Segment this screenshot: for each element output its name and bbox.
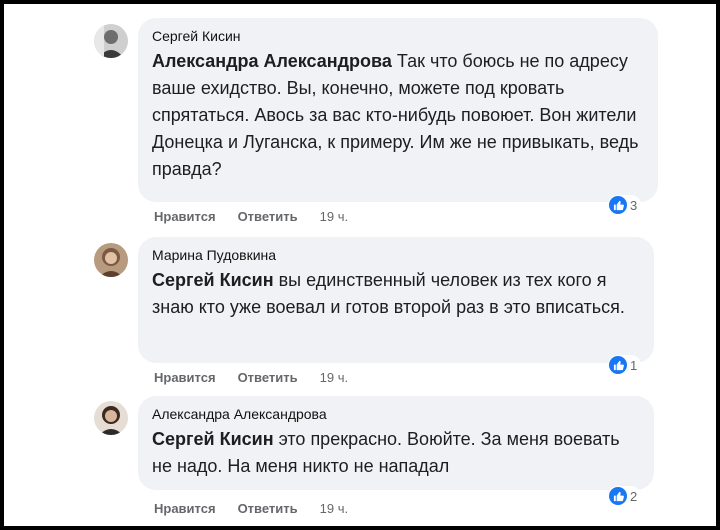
comment-bubble: Александра Александрова Сергей Кисин это… xyxy=(138,396,654,490)
comment-author[interactable]: Марина Пудовкина xyxy=(152,247,640,263)
reaction-count: 3 xyxy=(630,197,638,213)
comment-text: Сергей Кисин вы единственный человек из … xyxy=(152,267,640,321)
comment-author[interactable]: Сергей Кисин xyxy=(152,28,644,44)
mention-link[interactable]: Александра Александрова xyxy=(152,51,392,71)
avatar[interactable] xyxy=(94,243,128,277)
timestamp[interactable]: 19 ч. xyxy=(320,209,348,224)
timestamp[interactable]: 19 ч. xyxy=(320,370,348,385)
comment-actions: Нравится Ответить 19 ч. xyxy=(154,501,348,516)
comment-text: Александра Александрова Так что боюсь не… xyxy=(152,48,644,183)
reaction-summary[interactable]: 1 xyxy=(608,355,642,375)
avatar-woman-icon xyxy=(94,401,128,435)
reaction-summary[interactable]: 3 xyxy=(608,195,642,215)
comment-text: Сергей Кисин это прекрасно. Воюйте. За м… xyxy=(152,426,640,480)
mention-link[interactable]: Сергей Кисин xyxy=(152,270,274,290)
avatar-man-icon xyxy=(94,24,128,58)
like-button[interactable]: Нравится xyxy=(154,209,216,224)
comment-bubble: Марина Пудовкина Сергей Кисин вы единств… xyxy=(138,237,654,363)
like-reaction-icon xyxy=(609,487,627,505)
reply-button[interactable]: Ответить xyxy=(238,501,298,516)
comment-actions: Нравится Ответить 19 ч. xyxy=(154,370,348,385)
like-button[interactable]: Нравится xyxy=(154,370,216,385)
reply-button[interactable]: Ответить xyxy=(238,370,298,385)
reaction-count: 1 xyxy=(630,357,638,373)
comment-actions: Нравится Ответить 19 ч. xyxy=(154,209,348,224)
reply-button[interactable]: Ответить xyxy=(238,209,298,224)
timestamp[interactable]: 19 ч. xyxy=(320,501,348,516)
like-reaction-icon xyxy=(609,356,627,374)
mention-link[interactable]: Сергей Кисин xyxy=(152,429,274,449)
avatar[interactable] xyxy=(94,24,128,58)
comment-bubble: Сергей Кисин Александра Александрова Так… xyxy=(138,18,658,202)
avatar-woman-icon xyxy=(94,243,128,277)
reaction-summary[interactable]: 2 xyxy=(608,486,642,506)
like-button[interactable]: Нравится xyxy=(154,501,216,516)
reaction-count: 2 xyxy=(630,488,638,504)
comment-author[interactable]: Александра Александрова xyxy=(152,406,640,422)
avatar[interactable] xyxy=(94,401,128,435)
like-reaction-icon xyxy=(609,196,627,214)
